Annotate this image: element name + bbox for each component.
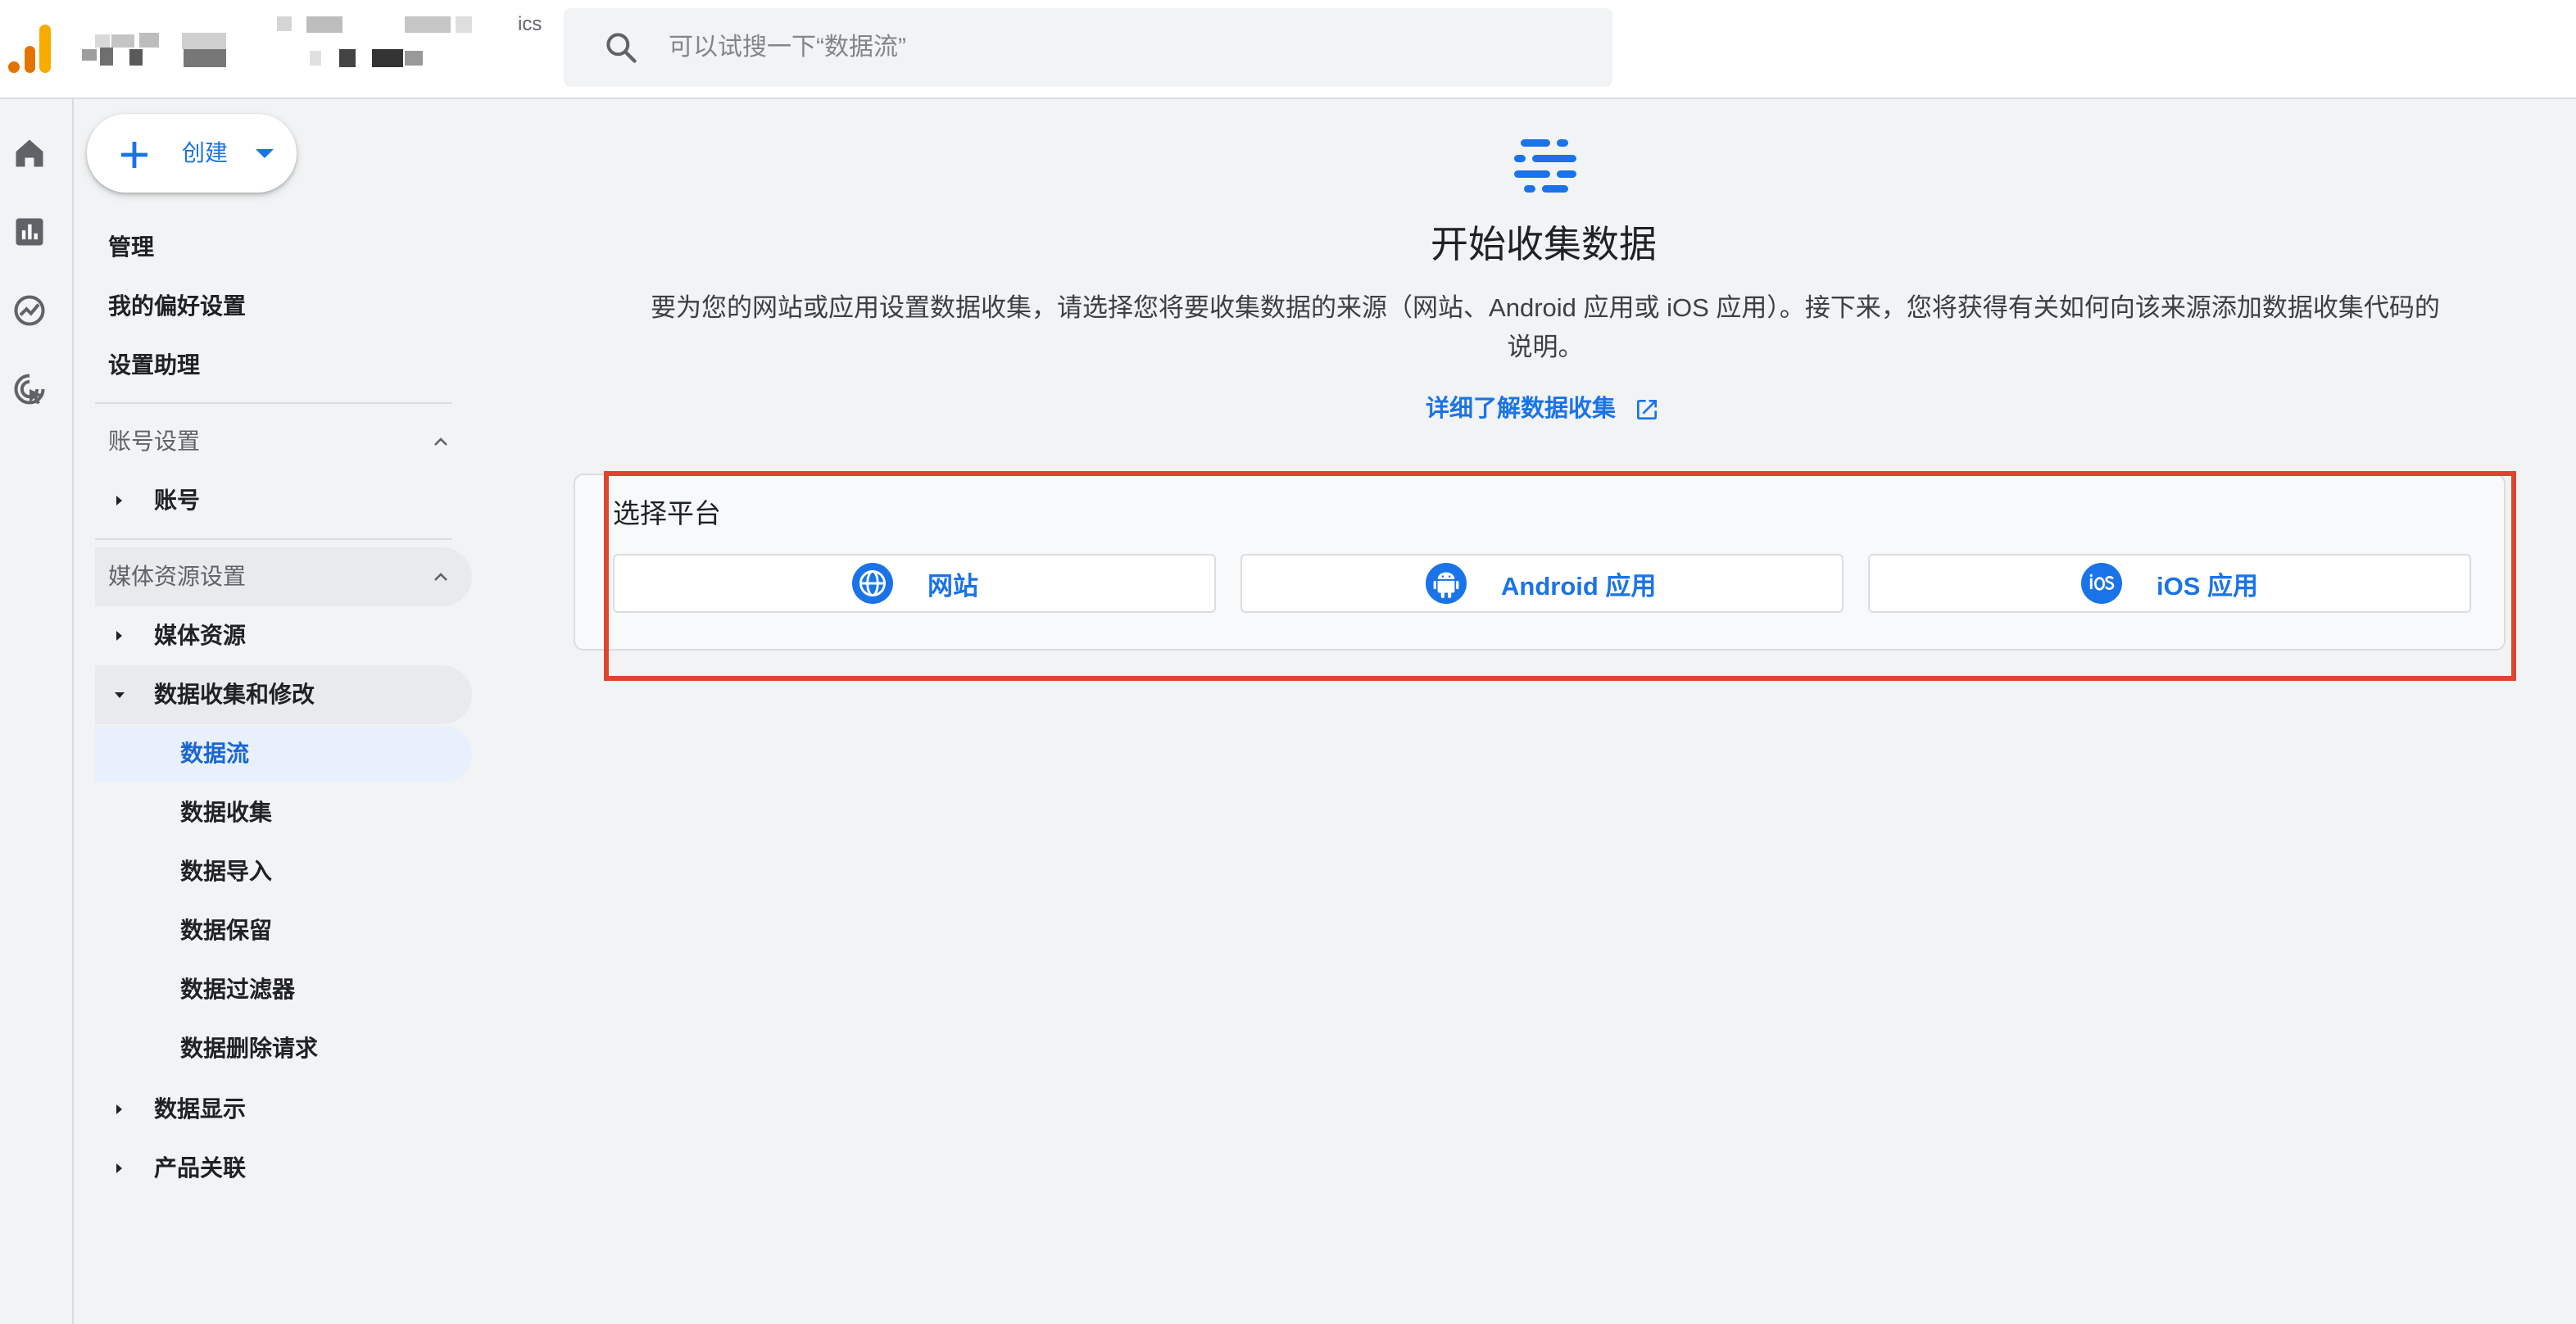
tree-item-label: 数据显示 [154,1096,247,1122]
learn-more-link[interactable]: 详细了解数据收集 [1426,388,1660,429]
platform-web-button[interactable]: 网站 [613,554,1216,613]
platform-card-title: 选择平台 [613,498,721,528]
learn-more-label: 详细了解数据收集 [1426,396,1617,422]
sub-item-label: 数据保留 [180,918,273,943]
chevron-up-icon [434,438,447,446]
platform-button-label: 网站 [927,571,978,601]
page-title: 开始收集数据 [1431,223,1657,265]
create-button-label: 创建 [182,140,229,166]
sub-item-label: 数据收集 [180,800,273,825]
tree-item-data-collection-modification[interactable]: 数据收集和修改 [95,665,472,724]
sub-item-label: 数据流 [180,741,250,766]
sub-item-data-collection[interactable]: 数据收集 [95,785,472,841]
tree-item-data-display[interactable]: 数据显示 [95,1080,472,1139]
create-button[interactable]: 创建 [87,114,297,193]
explore-icon[interactable] [11,292,48,329]
tree-item-account[interactable]: 账号 [95,471,472,530]
tree-item-label: 产品关联 [154,1155,247,1181]
external-link-icon [1637,400,1658,420]
section-property-settings[interactable]: 媒体资源设置 [95,547,472,606]
home-icon[interactable] [11,135,48,171]
collapse-arrow-icon [115,692,125,698]
analytics-logo-icon[interactable] [7,23,52,74]
sub-item-data-deletion-requests[interactable]: 数据删除请求 [95,1021,472,1077]
globe-icon [852,563,893,604]
top-header: ics 可以试搜一下“数据流” [0,0,2576,99]
data-stream-icon [1514,139,1576,193]
platform-ios-button[interactable]: iOS 应用 [1868,554,2471,613]
section-title: 账号设置 [108,428,201,454]
nav-item-setup-assistant[interactable]: 设置助理 [108,349,200,382]
tree-item-property[interactable]: 媒体资源 [95,606,472,665]
sub-item-label: 数据过滤器 [180,977,296,1002]
search-placeholder[interactable]: 可以试搜一下“数据流” [669,8,906,87]
expand-arrow-icon [116,1104,122,1114]
sub-item-data-streams[interactable]: 数据流 [95,726,472,782]
expand-arrow-icon [116,631,122,641]
left-rail [0,99,74,1324]
tree-item-product-links[interactable]: 产品关联 [95,1139,472,1198]
expand-arrow-icon [116,496,122,506]
page-description: 要为您的网站或应用设置数据收集，请选择您将要收集数据的来源（网站、Android… [651,293,2440,361]
app-name-suffix: ics [518,13,542,35]
sub-item-data-import[interactable]: 数据导入 [95,844,472,900]
tree-item-label: 媒体资源 [154,623,247,648]
search-icon [606,33,637,63]
plus-icon [121,142,147,168]
ios-icon [2081,563,2122,604]
divider [95,402,452,404]
android-icon [1426,563,1467,604]
chevron-up-icon [434,573,447,581]
sub-item-data-filters[interactable]: 数据过滤器 [95,962,472,1018]
sub-item-label: 数据删除请求 [180,1036,319,1061]
section-account-settings[interactable]: 账号设置 [95,412,472,471]
expand-arrow-icon [116,1163,122,1173]
platform-button-label: Android 应用 [1501,571,1657,601]
divider [95,538,452,540]
tree-item-label: 账号 [154,487,201,513]
sub-item-label: 数据导入 [180,859,273,884]
advertising-icon[interactable] [11,371,48,407]
nav-item-preferences[interactable]: 我的偏好设置 [108,290,246,323]
section-title: 媒体资源设置 [108,564,247,589]
platform-android-button[interactable]: Android 应用 [1240,554,1844,613]
tree-item-label: 数据收集和修改 [154,682,315,707]
sub-item-data-retention[interactable]: 数据保留 [95,903,472,959]
platform-button-label: iOS 应用 [2156,571,2259,601]
search-bar[interactable]: 可以试搜一下“数据流” [564,8,1612,87]
side-nav: 创建 管理 我的偏好设置 设置助理 账号设置 账号 媒体资源设置 媒体资源 数据… [75,99,485,1324]
chevron-down-icon [256,149,274,158]
